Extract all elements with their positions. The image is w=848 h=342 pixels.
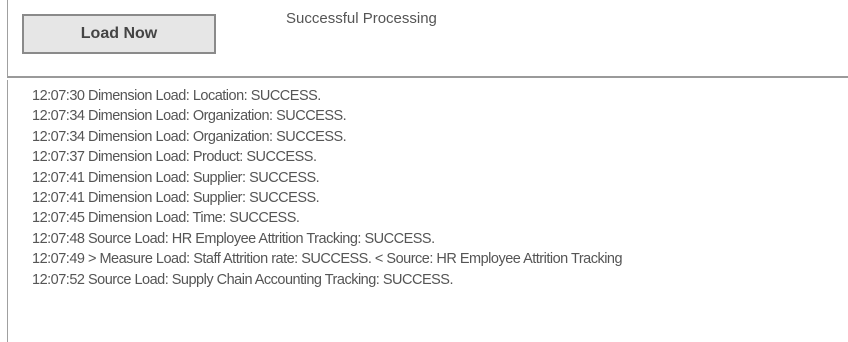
log-panel: 12:07:30 Dimension Load: Location: SUCCE… — [7, 80, 848, 342]
log-line: 12:07:34 Dimension Load: Organization: S… — [32, 128, 347, 145]
log-list: 12:07:30 Dimension Load: Location: SUCCE… — [8, 80, 848, 290]
log-line: 12:07:52 Source Load: Supply Chain Accou… — [32, 271, 454, 288]
log-line: 12:07:41 Dimension Load: Supplier: SUCCE… — [32, 189, 320, 206]
log-line: 12:07:37 Dimension Load: Product: SUCCES… — [32, 149, 317, 166]
log-line: 12:07:48 Source Load: HR Employee Attrit… — [32, 230, 435, 247]
log-line: 12:07:41 Dimension Load: Supplier: SUCCE… — [32, 169, 320, 186]
log-line: 12:07:34 Dimension Load: Organization: S… — [32, 108, 347, 125]
load-control-panel: Load Now Successful Processing — [7, 0, 848, 78]
status-message: Successful Processing — [286, 10, 437, 27]
log-line: 12:07:30 Dimension Load: Location: SUCCE… — [32, 88, 321, 104]
load-now-button[interactable]: Load Now — [22, 14, 216, 54]
log-line: 12:07:49 > Measure Load: Staff Attrition… — [32, 251, 623, 268]
log-line: 12:07:45 Dimension Load: Time: SUCCESS. — [32, 210, 300, 227]
